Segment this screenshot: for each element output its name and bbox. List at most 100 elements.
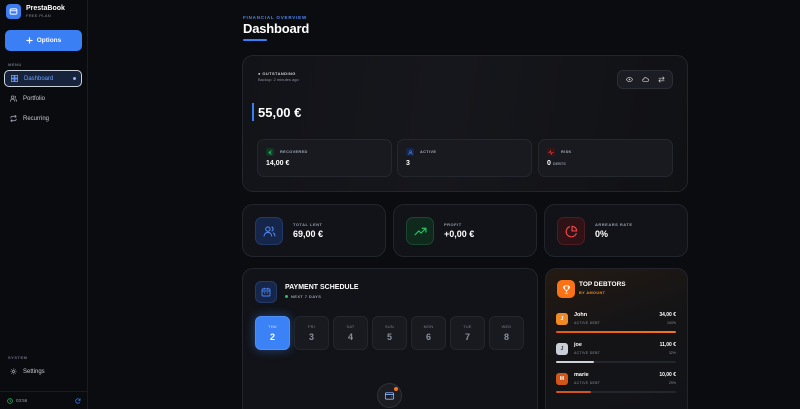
day-name: MON (423, 325, 434, 329)
debtor-status: ACTIVE DEBT (574, 321, 601, 325)
brand[interactable]: PrestaBook FREE PLAN (6, 4, 65, 19)
risk-card: RISK 0 DEBTS (538, 139, 673, 177)
day-wed[interactable]: WED 8 (489, 316, 524, 350)
sidebar-item-label: Recurring (23, 115, 50, 122)
title-underline (243, 39, 267, 41)
day-number: 8 (503, 332, 509, 342)
active-value: 3 (406, 160, 410, 167)
brand-name: PrestaBook (26, 5, 65, 12)
notification-dot (394, 387, 398, 391)
repeat-icon (10, 115, 17, 122)
sidebar-item-recurring[interactable]: Recurring (4, 110, 82, 127)
sidebar: PrestaBook FREE PLAN Options MENU Dashbo… (0, 0, 88, 409)
debtors-subtitle: BY AMOUNT (579, 291, 606, 295)
footer-time: 03:56 (16, 398, 28, 403)
system-section-label: SYSTEM (8, 355, 28, 360)
debtor-progress-fill (556, 361, 595, 363)
users-icon (255, 217, 283, 245)
debtor-progress-fill (556, 331, 676, 333)
page-title: Dashboard (243, 21, 310, 36)
plus-icon (26, 37, 33, 44)
eye-icon[interactable] (623, 74, 635, 86)
debtor-percent: 100% (667, 321, 676, 325)
wallet-logo-icon (6, 4, 21, 19)
debtor-row[interactable]: J John ACTIVE DEBT 34,00 € 100% (556, 311, 676, 339)
page-eyebrow: FINANCIAL OVERVIEW (243, 15, 307, 20)
sync-icon[interactable] (75, 397, 81, 404)
day-name: WED (501, 325, 512, 329)
debtor-name: marie (574, 372, 589, 378)
total-lent-label: TOTAL LENT (293, 222, 323, 227)
recovered-label: RECOVERED (280, 150, 308, 154)
calendar-icon (255, 281, 277, 303)
day-name: TUE (463, 325, 472, 329)
cloud-icon[interactable] (639, 74, 651, 86)
pulse-icon (547, 148, 555, 156)
total-lent-value: 69,00 € (293, 229, 324, 239)
day-number: 3 (308, 332, 314, 342)
active-card: ACTIVE 3 (397, 139, 532, 177)
day-name: FRI (307, 325, 316, 329)
recovered-value: 14,00 € (266, 160, 290, 167)
debtor-row[interactable]: M marie ACTIVE DEBT 10,00 € 29% (556, 371, 676, 399)
day-number: 5 (386, 332, 392, 342)
day-tue[interactable]: TUE 7 (450, 316, 485, 350)
profit-card: PROFIT +0,00 € (393, 204, 537, 257)
day-fri[interactable]: FRI 3 (294, 316, 329, 350)
avatar: M (556, 373, 568, 385)
sidebar-item-label: Portfolio (23, 95, 46, 102)
day-sun[interactable]: SUN 5 (372, 316, 407, 350)
users-icon (10, 95, 17, 102)
risk-value: 0 DEBTS (547, 160, 566, 167)
swap-icon[interactable] (655, 74, 667, 86)
day-sat[interactable]: SAT 4 (333, 316, 368, 350)
gear-icon (10, 368, 17, 375)
day-thu[interactable]: THU 2 (255, 316, 290, 350)
sidebar-item-label: Dashboard (24, 75, 54, 82)
debtor-name: joe (574, 342, 582, 348)
debtor-status: ACTIVE DEBT (574, 351, 601, 355)
day-name: SUN (385, 325, 394, 329)
outstanding-amount: 55,00 € (258, 105, 302, 120)
profit-label: PROFIT (444, 222, 462, 227)
debtor-percent: 32% (668, 351, 676, 355)
schedule-title: PAYMENT SCHEDULE (285, 284, 359, 291)
sidebar-item-settings[interactable]: Settings (4, 363, 82, 380)
clock-icon (7, 397, 13, 404)
sidebar-item-portfolio[interactable]: Portfolio (4, 90, 82, 107)
debtor-progress (556, 361, 676, 363)
day-number: 4 (347, 332, 353, 342)
arrears-card: ARREARS RATE 0% (544, 204, 688, 257)
card-toolbar (617, 70, 673, 89)
day-name: THU (268, 325, 277, 329)
trophy-icon (557, 280, 575, 298)
arrears-label: ARREARS RATE (595, 222, 633, 227)
debtor-amount: 10,00 € (659, 372, 676, 378)
schedule-subtitle: NEXT 7 DAYS (285, 294, 321, 299)
sidebar-item-label: Settings (23, 368, 45, 375)
avatar: J (556, 343, 568, 355)
debtor-amount: 34,00 € (659, 312, 676, 318)
debtor-progress (556, 391, 676, 393)
recovered-card: RECOVERED 14,00 € (257, 139, 392, 177)
user-icon (406, 148, 414, 156)
active-indicator-dot (73, 77, 76, 80)
day-number: 7 (464, 332, 470, 342)
outstanding-label: ● OUTSTANDING (258, 71, 296, 76)
debtor-status: ACTIVE DEBT (574, 381, 601, 385)
risk-label: RISK (561, 150, 572, 154)
day-mon[interactable]: MON 6 (411, 316, 446, 350)
debtor-progress (556, 331, 676, 333)
options-button[interactable]: Options (5, 30, 82, 51)
euro-icon (266, 148, 274, 156)
amount-accent-bar (252, 103, 254, 121)
backup-status: Backup: 2 minutes ago (258, 77, 299, 82)
day-number: 2 (269, 332, 275, 342)
sidebar-item-dashboard[interactable]: Dashboard (4, 70, 82, 87)
day-name: SAT (346, 325, 355, 329)
debtor-row[interactable]: J joe ACTIVE DEBT 11,00 € 32% (556, 341, 676, 369)
grid-icon (11, 75, 18, 82)
debtor-progress-fill (556, 391, 591, 393)
brand-plan: FREE PLAN (26, 13, 51, 18)
menu-section-label: MENU (8, 62, 22, 67)
